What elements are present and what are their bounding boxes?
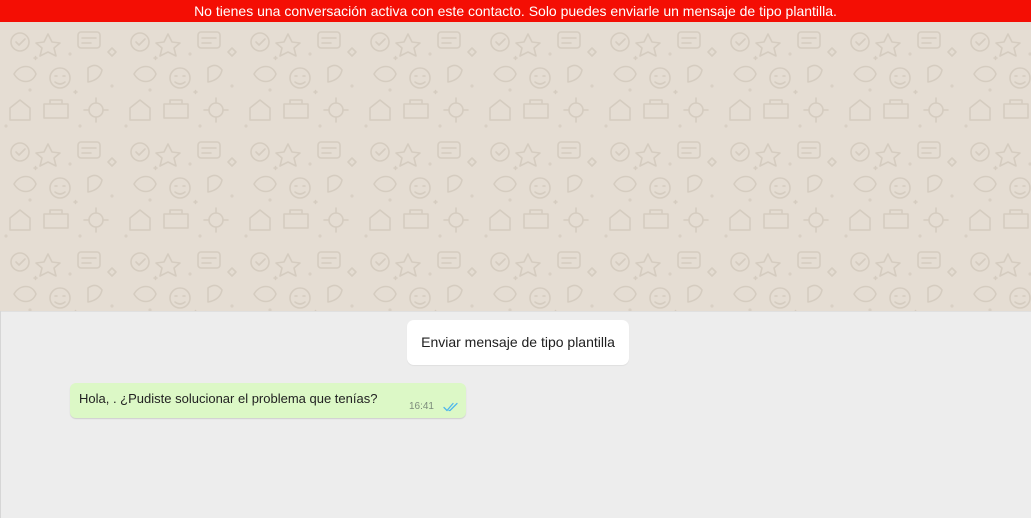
message-time: 16:41 — [408, 401, 434, 412]
send-template-button[interactable]: Enviar mensaje de tipo plantilla — [407, 320, 629, 365]
doodle-pattern — [0, 22, 1031, 311]
send-template-button-label: Enviar mensaje de tipo plantilla — [421, 334, 615, 350]
message-bubble[interactable]: Hola, . ¿Pudiste solucionar el problema … — [70, 383, 466, 418]
double-check-icon — [443, 402, 458, 412]
message-text: Hola, . ¿Pudiste solucionar el problema … — [79, 391, 378, 406]
banner-text: No tienes una conversación activa con es… — [194, 3, 837, 19]
panel-divider — [0, 311, 1, 518]
no-active-conversation-banner: No tienes una conversación activa con es… — [0, 0, 1031, 22]
chat-wallpaper — [0, 22, 1031, 311]
